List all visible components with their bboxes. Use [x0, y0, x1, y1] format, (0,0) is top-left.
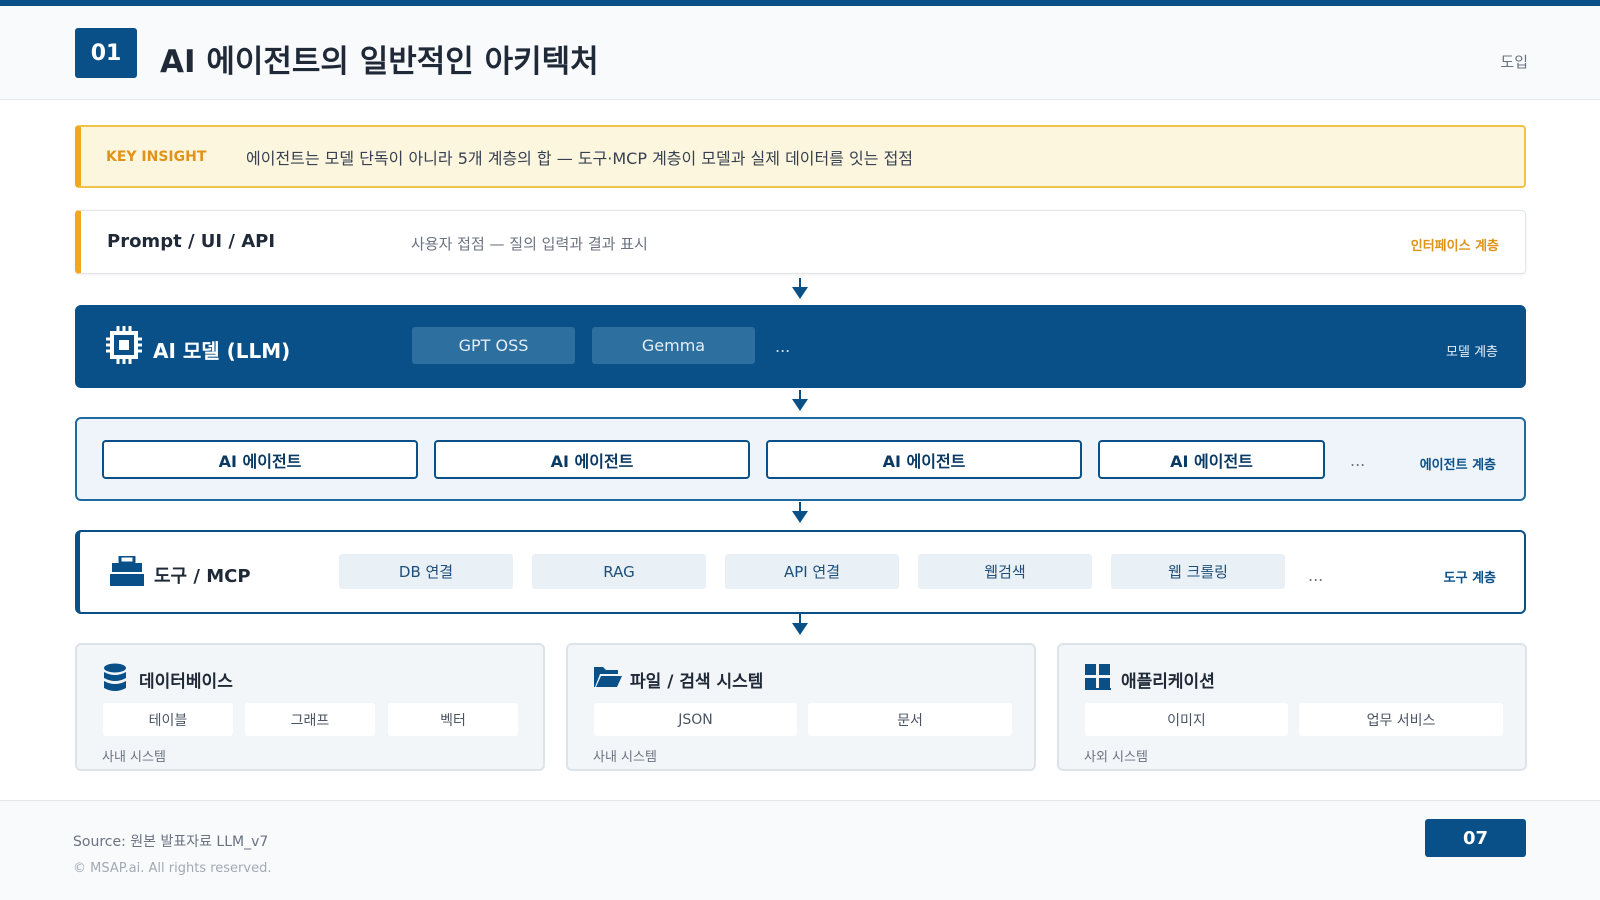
data-item-chip: 벡터 — [388, 703, 518, 736]
data-item-chip: 그래프 — [245, 703, 375, 736]
tools-layer-tag: 도구 계층 — [1443, 571, 1496, 586]
down-arrow-icon — [792, 390, 808, 411]
tools-layer: 도구 / MCP DB 연결 RAG API 연결 웹검색 웹 크롤링 ... … — [75, 530, 1526, 614]
agent-box: AI 에이전트 — [766, 440, 1082, 479]
agent-layer: AI 에이전트 AI 에이전트 AI 에이전트 AI 에이전트 ... 에이전트… — [75, 417, 1526, 501]
agent-box: AI 에이전트 — [1098, 440, 1325, 479]
key-insight-box: KEY INSIGHT 에이전트는 모델 단독이 아니라 5개 계층의 합 — … — [75, 125, 1526, 188]
data-card-title: 데이터베이스 — [139, 672, 233, 692]
model-layer-title: AI 모델 (LLM) — [153, 339, 291, 363]
data-card-footer: 사외 시스템 — [1084, 750, 1148, 765]
folder-icon — [594, 667, 622, 687]
data-card-footer: 사내 시스템 — [102, 750, 166, 765]
tool-chip-web-search: 웹검색 — [918, 554, 1092, 589]
interface-layer: Prompt / UI / API 사용자 접점 — 질의 입력과 결과 표시 … — [75, 210, 1526, 274]
tool-chip-api: API 연결 — [725, 554, 899, 589]
data-item-chip: 이미지 — [1085, 703, 1288, 736]
agent-box: AI 에이전트 — [102, 440, 418, 479]
interface-layer-description: 사용자 접점 — 질의 입력과 결과 표시 — [411, 235, 648, 253]
tool-chip-db: DB 연결 — [339, 554, 513, 589]
data-card-title: 파일 / 검색 시스템 — [630, 672, 764, 692]
data-card-database: 데이터베이스 테이블 그래프 벡터 사내 시스템 — [75, 643, 545, 771]
insight-label: KEY INSIGHT — [106, 148, 207, 165]
model-ellipsis: ... — [775, 337, 791, 356]
model-layer-tag: 모델 계층 — [1446, 345, 1498, 360]
tool-chip-rag: RAG — [532, 554, 706, 589]
data-card-footer: 사내 시스템 — [593, 750, 657, 765]
toolbox-icon — [110, 556, 144, 586]
data-card-file-search: 파일 / 검색 시스템 JSON 문서 사내 시스템 — [566, 643, 1036, 771]
insight-text: 에이전트는 모델 단독이 아니라 5개 계층의 합 — 도구·MCP 계층이 모… — [246, 148, 914, 168]
model-chip-gemma: Gemma — [592, 327, 755, 364]
data-card-title: 애플리케이션 — [1121, 672, 1215, 692]
section-tag: 도입 — [1500, 53, 1528, 71]
agent-ellipsis: ... — [1350, 451, 1366, 470]
tool-chip-web-crawling: 웹 크롤링 — [1111, 554, 1285, 589]
tools-layer-title: 도구 / MCP — [154, 566, 251, 587]
cpu-chip-icon — [106, 326, 142, 364]
page-title: AI 에이전트의 일반적인 아키텍처 — [160, 44, 599, 80]
slide-header: 01 AI 에이전트의 일반적인 아키텍처 도입 — [0, 6, 1600, 100]
agent-box: AI 에이전트 — [434, 440, 750, 479]
apps-grid-icon — [1085, 664, 1111, 690]
data-item-chip: JSON — [594, 703, 797, 736]
down-arrow-icon — [792, 614, 808, 635]
section-number-badge: 01 — [75, 28, 137, 78]
down-arrow-icon — [792, 278, 808, 299]
agent-layer-tag: 에이전트 계층 — [1419, 458, 1496, 473]
data-item-chip: 문서 — [808, 703, 1012, 736]
copyright-text: © MSAP.ai. All rights reserved. — [73, 861, 272, 876]
model-chip-gpt-oss: GPT OSS — [412, 327, 575, 364]
source-text: Source: 원본 발표자료 LLM_v7 — [73, 834, 269, 850]
down-arrow-icon — [792, 502, 808, 523]
data-item-chip: 테이블 — [103, 703, 233, 736]
database-icon — [104, 663, 126, 691]
model-layer: AI 모델 (LLM) GPT OSS Gemma ... 모델 계층 — [75, 305, 1526, 388]
data-card-applications: 애플리케이션 이미지 업무 서비스 사외 시스템 — [1057, 643, 1527, 771]
page-number-badge: 07 — [1425, 819, 1526, 857]
interface-layer-title: Prompt / UI / API — [107, 231, 276, 252]
data-item-chip: 업무 서비스 — [1299, 703, 1503, 736]
tools-ellipsis: ... — [1308, 566, 1324, 585]
interface-layer-tag: 인터페이스 계층 — [1410, 239, 1499, 254]
slide-footer: Source: 원본 발표자료 LLM_v7 © MSAP.ai. All ri… — [0, 800, 1600, 900]
